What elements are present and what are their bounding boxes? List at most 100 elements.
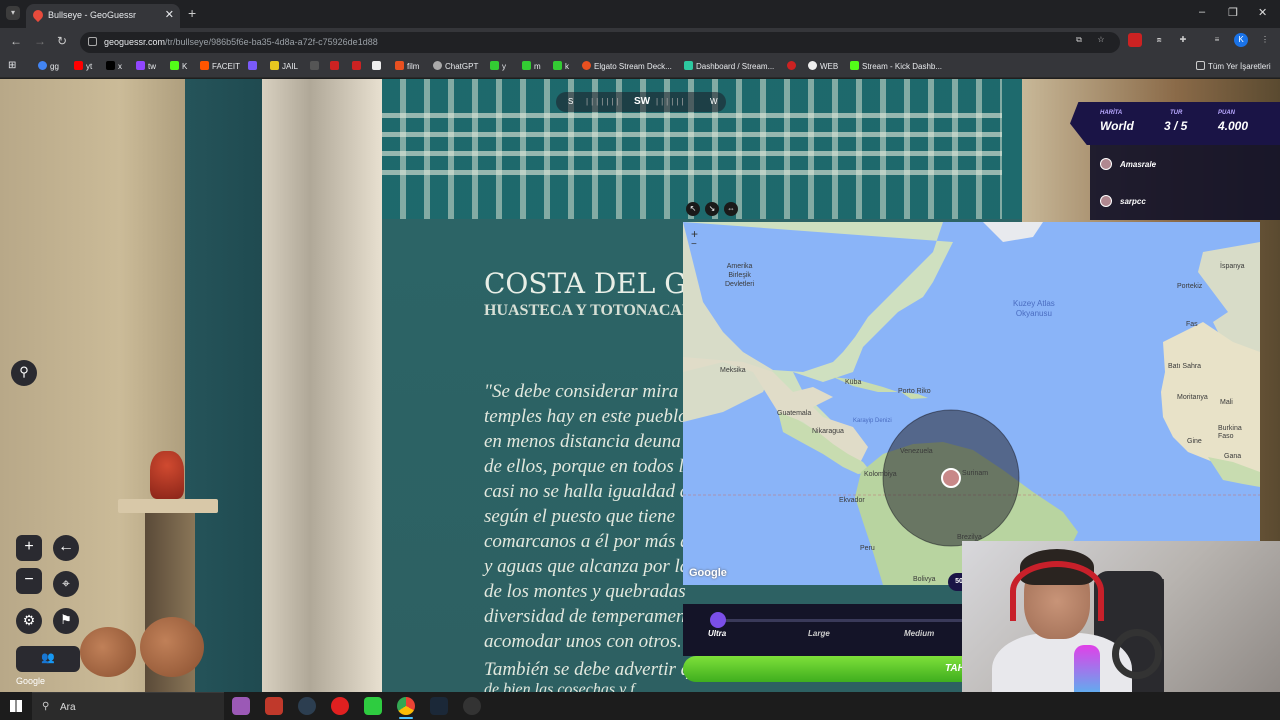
- map-size-track[interactable]: [717, 619, 963, 622]
- shrink-map-icon[interactable]: ↘: [705, 202, 719, 216]
- report-location-icon[interactable]: ⚲: [11, 360, 37, 386]
- extension-icon[interactable]: ⧈: [1152, 33, 1166, 47]
- size-option-medium[interactable]: Medium: [904, 629, 934, 638]
- obs-icon[interactable]: [463, 697, 481, 715]
- map-label-suriname: Surinam: [962, 470, 989, 477]
- url-text: geoguessr.com/tr/bullseye/986b5f6e-ba35-…: [104, 37, 378, 47]
- map-label-portugal: Portekiz: [1177, 283, 1203, 290]
- google-watermark: Google: [16, 676, 46, 686]
- exhibit-text-line: de ellos, porque en todos l: [484, 456, 684, 477]
- chrome-icon[interactable]: [397, 697, 415, 715]
- settings-gear-icon[interactable]: ⚙: [16, 608, 42, 634]
- google-map-watermark: Google: [689, 567, 727, 579]
- xbox-icon[interactable]: [364, 697, 382, 715]
- map-label-ecuador: Ekvador: [839, 497, 865, 504]
- flag-button[interactable]: ⚑: [53, 608, 79, 634]
- bookmark-icon[interactable]: [330, 61, 342, 71]
- media-control-icon[interactable]: ≡: [1210, 33, 1224, 47]
- bookmark-purple[interactable]: [248, 61, 260, 71]
- apps-grid-icon[interactable]: ⊞: [8, 60, 16, 71]
- install-app-icon[interactable]: ⧉: [1072, 33, 1086, 47]
- extension-icon[interactable]: [1128, 33, 1142, 47]
- bookmark-kick[interactable]: Stream - Kick Dashb...: [850, 61, 942, 71]
- exhibit-text-line: "Se debe considerar mira: [484, 381, 679, 402]
- taskbar-search[interactable]: ⚲ Ara: [32, 692, 224, 720]
- forward-arrow-icon[interactable]: →: [34, 34, 46, 48]
- map-label-mexico: Meksika: [720, 367, 746, 374]
- size-option-large[interactable]: Large: [808, 629, 830, 638]
- exhibit-text-line: y aguas que alcanza por la: [484, 556, 690, 577]
- size-option-ultra[interactable]: Ultra: [708, 629, 726, 638]
- new-tab-button[interactable]: +: [188, 5, 196, 21]
- bookmark-web[interactable]: WEB: [808, 61, 838, 71]
- guess-map[interactable]: + − Amerika Birleşik Devletleri Meksika …: [683, 222, 1260, 585]
- map-label-western-sahara: Batı Sahra: [1168, 363, 1202, 370]
- bookmark-m[interactable]: m: [522, 61, 541, 71]
- extensions-puzzle-icon[interactable]: ✚: [1176, 33, 1190, 47]
- bookmark-elgato[interactable]: Elgato Stream Deck...: [582, 61, 672, 71]
- bookmark-film[interactable]: film: [395, 61, 419, 71]
- steam-icon[interactable]: [298, 697, 316, 715]
- all-bookmarks[interactable]: Tüm Yer İşaretleri: [1196, 61, 1271, 71]
- taskbar-app-icon[interactable]: [265, 697, 283, 715]
- bookmark-k2[interactable]: k: [553, 61, 569, 71]
- return-to-start-button[interactable]: ⌖: [53, 571, 79, 597]
- pin-map-icon[interactable]: ⇔: [724, 202, 738, 216]
- map-value: World: [1100, 119, 1134, 133]
- expand-map-icon[interactable]: ↖: [686, 202, 700, 216]
- map-label-spain: İspanya: [1220, 263, 1245, 270]
- bookmark-x[interactable]: x: [106, 61, 122, 71]
- tab-search-button[interactable]: ▾: [6, 6, 20, 20]
- bookmark-dashboard[interactable]: Dashboard / Stream...: [684, 61, 774, 71]
- bookmark-gg[interactable]: gg: [38, 61, 59, 71]
- tab-geoguessr[interactable]: Bullseye - GeoGuessr ✕: [26, 4, 180, 28]
- players-button[interactable]: 👥: [16, 646, 80, 672]
- bookmark-icon[interactable]: [787, 61, 799, 71]
- profile-avatar[interactable]: K: [1234, 33, 1248, 47]
- clay-pot: [140, 617, 204, 677]
- zoom-in-button[interactable]: +: [16, 535, 42, 561]
- exhibit-text-line: diversidad de temperamentos: [484, 606, 708, 627]
- exhibit-text-line: en menos distancia deuna: [484, 431, 681, 452]
- map-label-morocco: Fas: [1186, 321, 1198, 328]
- close-window-button[interactable]: ✕: [1258, 6, 1267, 19]
- bookmark-jail[interactable]: JAIL: [270, 61, 298, 71]
- door-frame: [262, 79, 382, 692]
- clay-figurine: [150, 451, 184, 499]
- zoom-out-button[interactable]: −: [16, 568, 42, 594]
- opera-icon[interactable]: [331, 697, 349, 715]
- address-bar[interactable]: geoguessr.com/tr/bullseye/986b5f6e-ba35-…: [80, 32, 1120, 53]
- undo-move-button[interactable]: ←: [53, 535, 79, 561]
- guess-button[interactable]: TAH: [683, 656, 965, 682]
- bookmark-star-icon[interactable]: ☆: [1094, 33, 1108, 47]
- bookmark-chatgpt[interactable]: ChatGPT: [433, 61, 478, 71]
- map-label-atlantic: Kuzey Atlas Okyanusu: [1013, 299, 1055, 318]
- bookmark-icon[interactable]: [352, 61, 364, 71]
- back-arrow-icon[interactable]: ←: [10, 34, 22, 48]
- players-list: Amasrale sarpcc: [1090, 145, 1280, 220]
- map-size-knob[interactable]: [710, 612, 726, 628]
- bookmark-faceit[interactable]: FACEIT: [200, 61, 240, 71]
- bookmark-k[interactable]: K: [170, 61, 187, 71]
- minimize-button[interactable]: –: [1199, 6, 1205, 18]
- menu-icon[interactable]: ⋮: [1258, 33, 1272, 47]
- active-app-indicator: [399, 717, 413, 719]
- bookmark-icon[interactable]: [372, 61, 384, 71]
- map-zoom-out-button[interactable]: −: [691, 239, 697, 250]
- bookmark-tw[interactable]: tw: [136, 61, 156, 71]
- restore-button[interactable]: ❐: [1228, 6, 1238, 19]
- site-info-icon[interactable]: [88, 37, 97, 46]
- headset: [1010, 561, 1104, 621]
- bookmark-icon[interactable]: [310, 61, 322, 71]
- map-label-brazil: Brezilya: [957, 534, 982, 541]
- bookmark-y[interactable]: y: [490, 61, 506, 71]
- bookmark-yt[interactable]: yt: [74, 61, 92, 71]
- windows-start-icon[interactable]: [10, 700, 22, 712]
- reload-icon[interactable]: ↻: [57, 34, 67, 48]
- exhibit-text-line: casi no se halla igualdad de: [484, 481, 698, 502]
- steam-icon[interactable]: [430, 697, 448, 715]
- search-icon: ⚲: [42, 701, 50, 712]
- close-tab-icon[interactable]: ✕: [165, 8, 174, 21]
- taskbar-app-icon[interactable]: [232, 697, 250, 715]
- taskbar: ⚲ Ara: [0, 692, 1280, 720]
